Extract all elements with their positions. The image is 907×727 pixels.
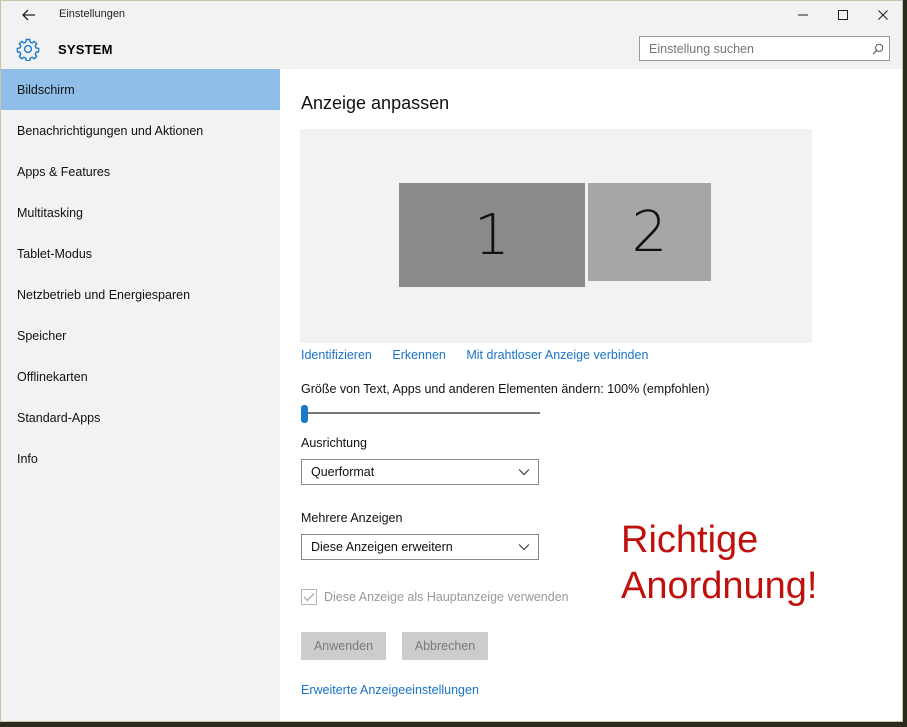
main-display-checkbox[interactable] [301,589,317,605]
main-display-option: Diese Anzeige als Hauptanzeige verwenden [301,589,569,605]
monitor-2[interactable]: 2 [588,183,711,281]
minimize-icon [798,14,808,16]
gear-icon [16,37,40,62]
window-title: Einstellungen [59,8,126,20]
back-arrow-icon[interactable] [19,5,39,25]
settings-header: SYSTEM [1,29,902,69]
chevron-down-icon [518,469,530,476]
maximize-icon [838,10,848,20]
display-arrangement: 1 2 [300,129,812,343]
annotation-text: Richtige Anordnung! [621,519,818,607]
sidebar-item-benachrichtigungen[interactable]: Benachrichtigungen und Aktionen [1,110,280,151]
page-title: Anzeige anpassen [301,93,450,113]
sidebar: Bildschirm Benachrichtigungen und Aktion… [1,69,280,721]
slider-track [301,412,540,414]
orientation-value: Querformat [311,465,375,479]
scale-slider[interactable] [301,405,540,423]
sidebar-item-label: Bildschirm [17,82,75,97]
maximize-button[interactable] [821,1,865,29]
sidebar-item-speicher[interactable]: Speicher [1,315,280,356]
section-title: SYSTEM [58,42,113,57]
orientation-label: Ausrichtung [301,436,368,450]
scale-label: Größe von Text, Apps und anderen Element… [301,382,710,396]
sidebar-item-label: Apps & Features [17,164,111,179]
sidebar-item-standard-apps[interactable]: Standard-Apps [1,397,280,438]
multiple-displays-label: Mehrere Anzeigen [301,511,403,525]
orientation-dropdown[interactable]: Querformat [301,459,539,485]
search-input[interactable] [640,37,867,60]
sidebar-item-bildschirm[interactable]: Bildschirm [1,69,280,110]
close-icon [878,10,888,20]
settings-window: Einstellungen SYSTEM Bi [0,0,903,722]
wireless-display-link[interactable]: Mit drahtloser Anzeige verbinden [466,348,648,362]
title-bar: Einstellungen [1,1,902,29]
monitor-1[interactable]: 1 [399,183,585,287]
close-button[interactable] [861,1,902,29]
search-icon[interactable] [867,43,889,55]
apply-button[interactable]: Anwenden [301,632,386,660]
identify-link[interactable]: Identifizieren [301,348,372,362]
sidebar-item-multitasking[interactable]: Multitasking [1,192,280,233]
search-box[interactable] [639,36,890,61]
sidebar-item-netzbetrieb[interactable]: Netzbetrieb und Energiesparen [1,274,280,315]
detect-link[interactable]: Erkennen [392,348,446,362]
sidebar-item-info[interactable]: Info [1,438,280,479]
sidebar-item-offlinekarten[interactable]: Offlinekarten [1,356,280,397]
main-content: Anzeige anpassen 1 2 Identifizieren Erke… [280,69,902,721]
sidebar-item-label: Info [17,451,38,466]
sidebar-item-label: Speicher [17,328,67,343]
sidebar-item-label: Benachrichtigungen und Aktionen [17,123,204,138]
sidebar-item-tablet-modus[interactable]: Tablet-Modus [1,233,280,274]
sidebar-item-label: Standard-Apps [17,410,101,425]
sidebar-item-label: Tablet-Modus [17,246,93,261]
chevron-down-icon [518,544,530,551]
display-links: Identifizieren Erkennen Mit drahtloser A… [301,348,665,362]
main-display-label: Diese Anzeige als Hauptanzeige verwenden [324,590,569,604]
minimize-button[interactable] [781,1,825,29]
cancel-button[interactable]: Abbrechen [402,632,488,660]
advanced-display-settings-link[interactable]: Erweiterte Anzeigeeinstellungen [301,683,479,697]
multiple-displays-value: Diese Anzeigen erweitern [311,540,453,554]
multiple-displays-dropdown[interactable]: Diese Anzeigen erweitern [301,534,539,560]
sidebar-item-label: Netzbetrieb und Energiesparen [17,287,191,302]
sidebar-item-label: Offlinekarten [17,369,88,384]
sidebar-item-apps-features[interactable]: Apps & Features [1,151,280,192]
slider-thumb[interactable] [301,405,308,423]
checkmark-icon [303,593,315,602]
sidebar-item-label: Multitasking [17,205,83,220]
